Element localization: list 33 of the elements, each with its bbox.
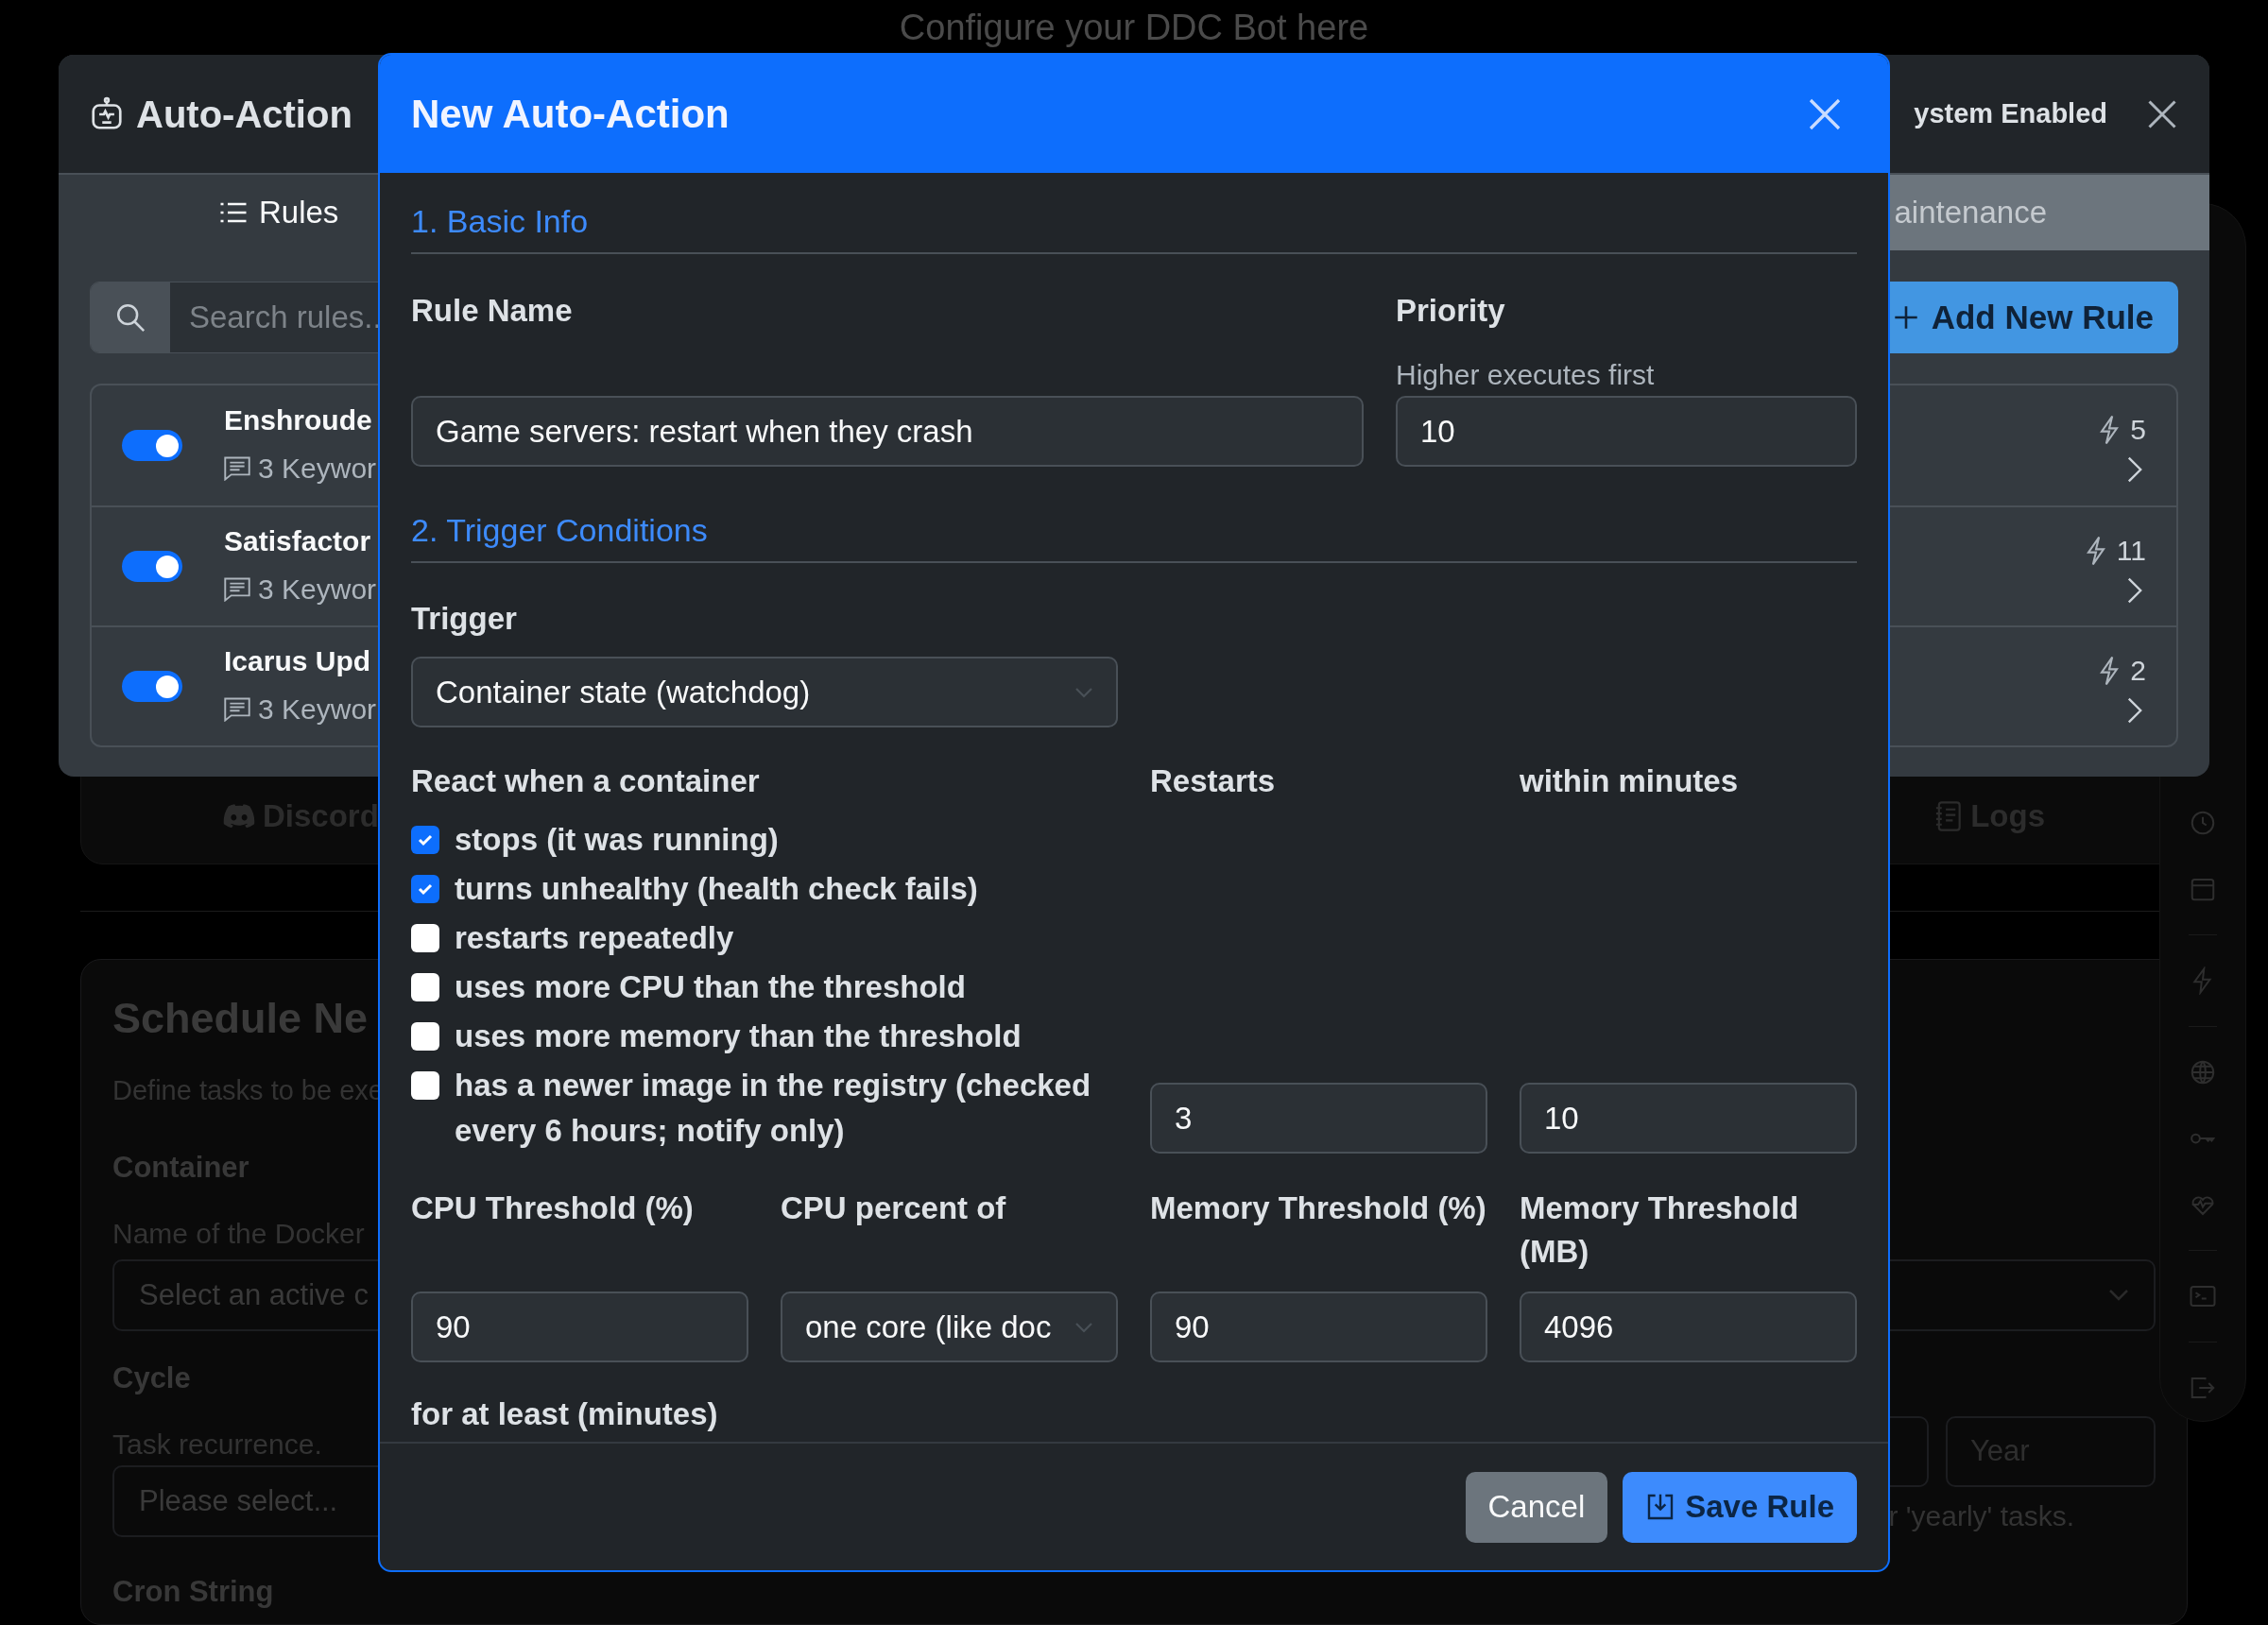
system-enabled-label: ystem Enabled	[1914, 96, 2107, 130]
panel-title: Auto-Action	[136, 92, 352, 137]
field-label: Restarts	[1150, 762, 1276, 800]
field-label: Rule Name	[411, 292, 573, 330]
rule-name: Icarus Upd	[224, 644, 372, 678]
page-subtitle: Configure your DDC Bot here	[899, 7, 1369, 49]
field-label: React when a container	[411, 762, 760, 800]
trigger-count: 2	[2130, 654, 2146, 688]
checkbox-label: has a newer image in the registry (checked every 6 hours; notify only)	[455, 1067, 1092, 1150]
checkbox-label: uses more memory than the threshold	[455, 1018, 1022, 1055]
trigger-count: 11	[2116, 534, 2146, 568]
field-label: within minutes	[1520, 762, 1738, 800]
section-heading: 2. Trigger Conditions	[411, 512, 708, 548]
keyword-count: 3 Keywor	[258, 452, 377, 486]
field-label: Trigger	[411, 600, 517, 638]
trigger-count: 5	[2130, 413, 2146, 447]
field-label: Priority	[1396, 292, 1505, 330]
field-hint: Higher executes first	[1396, 358, 1655, 392]
modal-title: New Auto-Action	[411, 91, 730, 138]
checkbox-label: stops (it was running)	[455, 821, 779, 859]
rule-name: Enshroude	[224, 403, 373, 437]
keyword-count: 3 Keywor	[258, 693, 377, 727]
section-heading: 1. Basic Info	[411, 203, 589, 239]
checkbox-label: restarts repeatedly	[455, 919, 734, 957]
field-label: CPU Threshold (%)	[411, 1189, 694, 1227]
checkbox-label: turns unhealthy (health check fails)	[455, 870, 978, 908]
checkbox-label: uses more CPU than the threshold	[455, 968, 966, 1006]
rule-name: Satisfactor	[224, 524, 372, 558]
field-label: CPU percent of	[781, 1189, 1006, 1227]
field-label: Memory Threshold (%)	[1150, 1189, 1486, 1227]
keyword-count: 3 Keywor	[258, 573, 377, 607]
field-label: for at least (minutes)	[411, 1395, 718, 1433]
field-label: Memory Threshold (MB)	[1520, 1189, 1800, 1271]
